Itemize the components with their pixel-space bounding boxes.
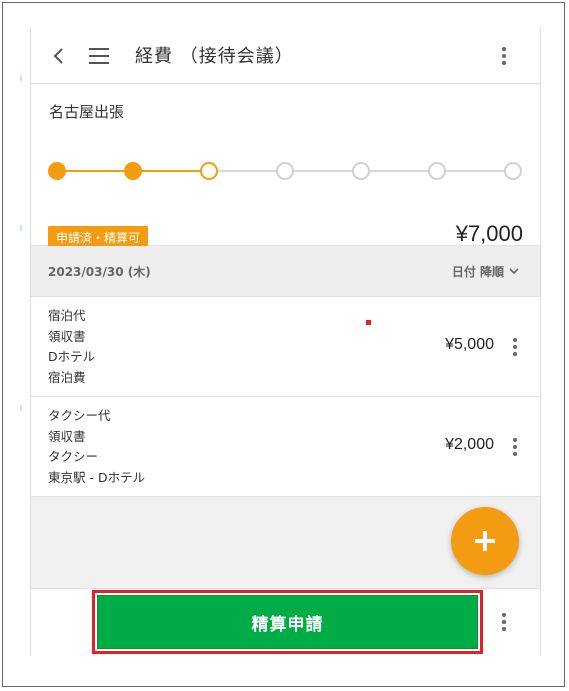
total-amount: ¥7,000 (455, 221, 523, 246)
progress-step-6 (428, 162, 446, 180)
item-more-icon[interactable] (505, 335, 525, 359)
expense-item[interactable]: タクシー代 領収書 タクシー 東京駅 - Dホテル ¥2,000 (31, 397, 540, 497)
cursor-marker (366, 320, 371, 325)
sort-button[interactable]: 日付 降順 (452, 260, 520, 282)
app-header: 経費 （接待会議） (31, 28, 540, 84)
expense-item-amount: ¥2,000 (445, 436, 494, 453)
app-screen: 経費 （接待会議） 名古屋出張 申請済・精算可 ¥7,000 2023/03/3… (30, 28, 541, 656)
expense-item-route: 東京駅 - Dホテル (48, 469, 146, 485)
submit-settlement-button[interactable]: 精算申請 (97, 595, 478, 649)
item-more-icon[interactable] (505, 435, 525, 459)
trip-name: 名古屋出張 (49, 103, 125, 121)
chevron-left-icon[interactable] (49, 46, 69, 66)
progress-step-2 (124, 162, 142, 180)
expense-item-details: タクシー代 領収書 タクシー 東京駅 - Dホテル (48, 406, 145, 488)
progress-step-1 (48, 162, 66, 180)
list-date: 2023/03/30 (木) (48, 265, 151, 279)
add-expense-button[interactable] (451, 507, 519, 575)
expense-item-name: タクシー代 (48, 408, 111, 423)
footer-more-icon[interactable] (494, 610, 514, 634)
expense-item-vendor: Dホテル (48, 349, 96, 364)
chevron-down-icon (509, 268, 519, 275)
footer-bar: 精算申請 (31, 588, 540, 656)
edge-marker (20, 225, 22, 231)
page-title: 経費 （接待会議） (135, 46, 294, 67)
expense-item-vendor: タクシー (48, 449, 99, 464)
sort-label: 日付 降順 (451, 264, 504, 279)
progress-step-7 (504, 162, 522, 180)
hamburger-menu-icon[interactable] (87, 45, 111, 67)
header-more-icon[interactable] (494, 44, 514, 68)
expense-item[interactable]: 宿泊代 領収書 Dホテル 宿泊費 ¥5,000 (31, 297, 540, 397)
progress-step-3 (200, 162, 218, 180)
trip-summary: 名古屋出張 申請済・精算可 ¥7,000 (31, 84, 540, 282)
expense-item-name: 宿泊代 (48, 308, 86, 323)
expense-item-amount: ¥5,000 (445, 336, 494, 353)
edge-marker (20, 75, 22, 81)
progress-step-5 (352, 162, 370, 180)
progress-step-4 (276, 162, 294, 180)
expense-item-receipt: 領収書 (48, 428, 86, 444)
edge-marker (20, 405, 22, 411)
progress-stepper (48, 162, 528, 182)
list-header: 2023/03/30 (木) 日付 降順 (31, 246, 540, 297)
expense-item-details: 宿泊代 領収書 Dホテル 宿泊費 (48, 306, 95, 388)
expense-item-receipt: 領収書 (48, 328, 86, 344)
expense-item-category: 宿泊費 (48, 369, 86, 385)
